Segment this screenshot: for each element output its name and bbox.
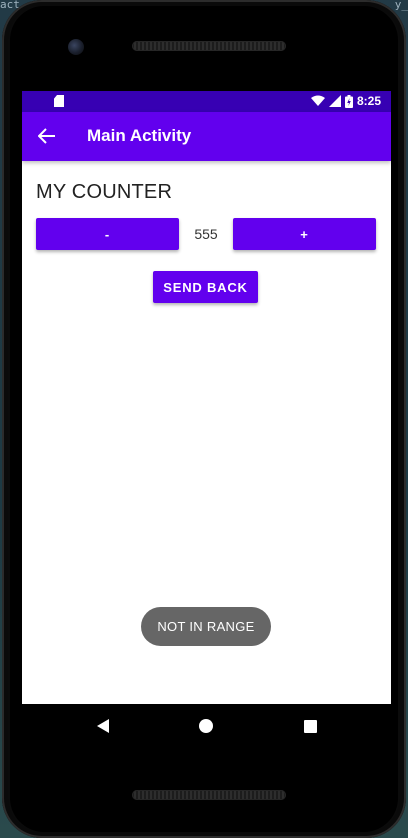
send-back-button[interactable]: SEND BACK — [153, 271, 258, 303]
app-screen: 8:25 Main Activity MY COUNTER - 555 + SE… — [22, 91, 391, 704]
counter-title: MY COUNTER — [36, 181, 173, 203]
home-circle-icon[interactable] — [196, 716, 216, 736]
sd-card-icon — [54, 95, 64, 107]
earpiece-speaker — [132, 41, 286, 51]
battery-icon — [344, 94, 353, 108]
background-text-right: y_ — [394, 0, 408, 11]
navigation-bar — [22, 704, 391, 748]
increment-button[interactable]: + — [233, 218, 376, 250]
status-time: 8:25 — [356, 94, 381, 108]
front-camera — [68, 39, 84, 55]
wifi-icon — [310, 95, 325, 106]
arrow-back-icon[interactable] — [36, 125, 58, 147]
toast-message: NOT IN RANGE — [141, 607, 271, 646]
app-title: Main Activity — [87, 126, 192, 145]
recents-square-icon[interactable] — [300, 716, 320, 736]
bottom-speaker — [132, 790, 286, 800]
status-icons: 8:25 — [310, 94, 381, 108]
signal-icon — [328, 95, 341, 107]
status-bar: 8:25 — [22, 91, 391, 112]
counter-value: 555 — [194, 226, 218, 242]
decrement-button[interactable]: - — [36, 218, 179, 250]
app-bar: Main Activity — [22, 112, 391, 161]
back-triangle-icon[interactable] — [93, 716, 113, 736]
